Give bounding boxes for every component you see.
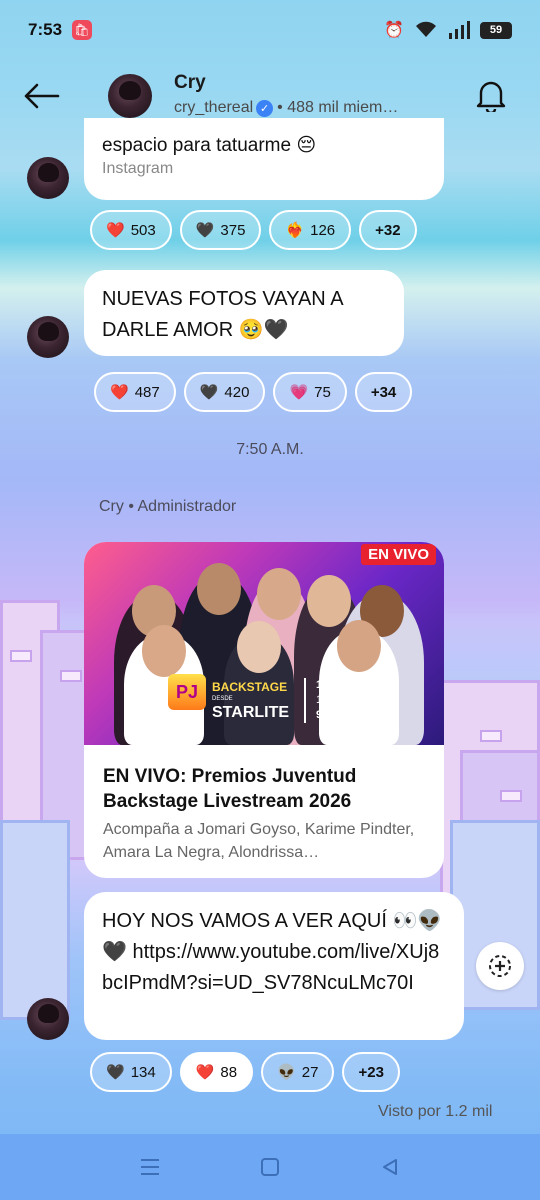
seen-by-count: Visto por 1.2 mil bbox=[378, 1103, 493, 1120]
bell-icon bbox=[476, 81, 506, 112]
reaction-bar: ❤️ 503 🖤 375 ❤️‍🔥 126 +32 bbox=[90, 210, 417, 250]
more-reactions-chip[interactable]: +34 bbox=[354, 372, 413, 412]
message-text: espacio para tatuarme 😔 bbox=[102, 135, 317, 156]
reaction-chip[interactable]: 💗 75 bbox=[273, 372, 347, 412]
reaction-chip[interactable]: 🖤 375 bbox=[179, 210, 262, 250]
message-timestamp: 7:50 A.M. bbox=[236, 441, 304, 458]
signal-icon bbox=[449, 21, 470, 39]
sender-avatar[interactable] bbox=[27, 316, 69, 358]
heart-pink-icon: 💗 bbox=[289, 384, 309, 401]
home-icon bbox=[261, 1158, 279, 1176]
broadcast-times: 12:45P 11:45C 9:45PAC bbox=[304, 678, 360, 723]
reaction-count: 75 bbox=[314, 383, 331, 401]
time-central: 11:45C bbox=[316, 694, 351, 706]
status-icons: ⏰ 59 bbox=[384, 20, 512, 40]
reaction-count: 88 bbox=[220, 1063, 238, 1081]
heart-red-icon: ❤️ bbox=[110, 384, 129, 401]
reaction-count: 503 bbox=[130, 221, 156, 239]
heart-black-icon: 🖤 bbox=[106, 1064, 125, 1081]
message-bubble[interactable]: HOY NOS VAMOS A VER AQUÍ 👀👽🖤 https://www… bbox=[84, 892, 464, 1040]
system-back-button[interactable] bbox=[370, 1147, 410, 1187]
message-source[interactable]: Instagram bbox=[102, 160, 173, 178]
reaction-chip[interactable]: 🖤 134 bbox=[90, 1052, 172, 1092]
reaction-count: 420 bbox=[224, 383, 250, 401]
back-triangle-icon bbox=[383, 1159, 397, 1175]
time-pacific: 12:45P bbox=[316, 679, 352, 691]
alien-icon: 👽 bbox=[277, 1064, 296, 1081]
notifications-button[interactable] bbox=[472, 76, 510, 114]
message-bubble[interactable]: espacio para tatuarme 😔 Instagram bbox=[84, 118, 444, 200]
reaction-count: 134 bbox=[130, 1063, 156, 1081]
video-title: EN VIVO: Premios Juventud Backstage Live… bbox=[103, 766, 357, 812]
channel-avatar[interactable] bbox=[108, 74, 152, 118]
logo-desde: DESDE bbox=[212, 696, 233, 702]
reaction-count: 126 bbox=[310, 221, 336, 239]
heart-black-icon: 🖤 bbox=[195, 222, 215, 239]
reaction-bar: ❤️ 487 🖤 420 💗 75 +34 bbox=[94, 372, 413, 412]
heart-fire-icon: ❤️‍🔥 bbox=[285, 222, 305, 239]
sender-avatar[interactable] bbox=[27, 998, 69, 1040]
status-time: 7:53 bbox=[28, 20, 63, 39]
message-text: HOY NOS VAMOS A VER AQUÍ 👀👽🖤 https://www… bbox=[102, 910, 443, 994]
reaction-count: +32 bbox=[375, 221, 401, 239]
reaction-count: 487 bbox=[134, 383, 160, 401]
live-badge: EN VIVO bbox=[361, 544, 436, 565]
channel-subtitle[interactable]: cry_thereal ✓ • 488 mil miem… bbox=[174, 99, 436, 117]
shopping-bag-icon: 🛍 bbox=[72, 20, 93, 40]
sender-avatar[interactable] bbox=[27, 157, 69, 199]
add-reaction-button[interactable] bbox=[476, 942, 524, 990]
status-bar: 7:53 🛍 ⏰ 59 bbox=[0, 0, 540, 60]
time-pac: 9:45PAC bbox=[316, 709, 361, 721]
heart-black-icon: 🖤 bbox=[199, 384, 219, 401]
menu-icon bbox=[141, 1159, 159, 1175]
back-button[interactable] bbox=[22, 78, 62, 114]
system-nav-bar bbox=[0, 1134, 540, 1200]
sender-label: Cry • Administrador bbox=[99, 498, 237, 515]
reaction-count: +34 bbox=[370, 383, 397, 401]
battery-indicator: 59 bbox=[480, 21, 512, 39]
more-reactions-chip[interactable]: +32 bbox=[359, 210, 417, 250]
logo-pj: PJ bbox=[168, 674, 206, 710]
message-text: NUEVAS FOTOS VAYAN A DARLE AMOR 🥹🖤 bbox=[102, 288, 343, 341]
reaction-chip-selected[interactable]: ❤️ 88 bbox=[179, 1052, 254, 1092]
logo-backstage: BACKSTAGE bbox=[212, 680, 288, 694]
video-description: Acompaña a Jomari Goyso, Karime Pindter,… bbox=[103, 821, 415, 861]
video-thumbnail[interactable]: EN VIVO PJ BACKSTAGE DESDE STARLITE 12:4… bbox=[84, 542, 444, 745]
heart-red-icon: ❤️ bbox=[195, 1064, 215, 1081]
recents-button[interactable] bbox=[130, 1147, 170, 1187]
reaction-chip[interactable]: ❤️‍🔥 126 bbox=[269, 210, 352, 250]
video-link-card[interactable]: EN VIVO PJ BACKSTAGE DESDE STARLITE 12:4… bbox=[84, 542, 444, 878]
reaction-chip[interactable]: ❤️ 503 bbox=[90, 210, 172, 250]
channel-username: cry_thereal bbox=[174, 99, 254, 116]
wifi-icon bbox=[416, 21, 436, 37]
alarm-icon: ⏰ bbox=[384, 22, 404, 39]
reaction-chip[interactable]: ❤️ 487 bbox=[94, 372, 176, 412]
home-button[interactable] bbox=[250, 1147, 290, 1187]
verified-icon: ✓ bbox=[256, 99, 274, 117]
reaction-chip[interactable]: 🖤 420 bbox=[183, 372, 266, 412]
reaction-chip[interactable]: 👽 27 bbox=[261, 1052, 335, 1092]
message-bubble[interactable]: NUEVAS FOTOS VAYAN A DARLE AMOR 🥹🖤 bbox=[84, 270, 404, 356]
logo-starlite: STARLITE bbox=[212, 704, 290, 721]
reaction-bar: 🖤 134 ❤️ 88 👽 27 +23 bbox=[90, 1052, 400, 1092]
more-reactions-chip[interactable]: +23 bbox=[342, 1052, 400, 1092]
add-reaction-icon bbox=[489, 955, 511, 977]
reaction-count: 375 bbox=[220, 221, 246, 239]
reaction-count: +23 bbox=[358, 1063, 384, 1081]
channel-name[interactable]: Cry bbox=[174, 72, 206, 94]
reaction-count: 27 bbox=[301, 1063, 319, 1081]
member-count: • 488 mil miem… bbox=[277, 99, 399, 116]
heart-red-icon: ❤️ bbox=[106, 222, 125, 239]
arrow-left-icon bbox=[24, 83, 60, 109]
